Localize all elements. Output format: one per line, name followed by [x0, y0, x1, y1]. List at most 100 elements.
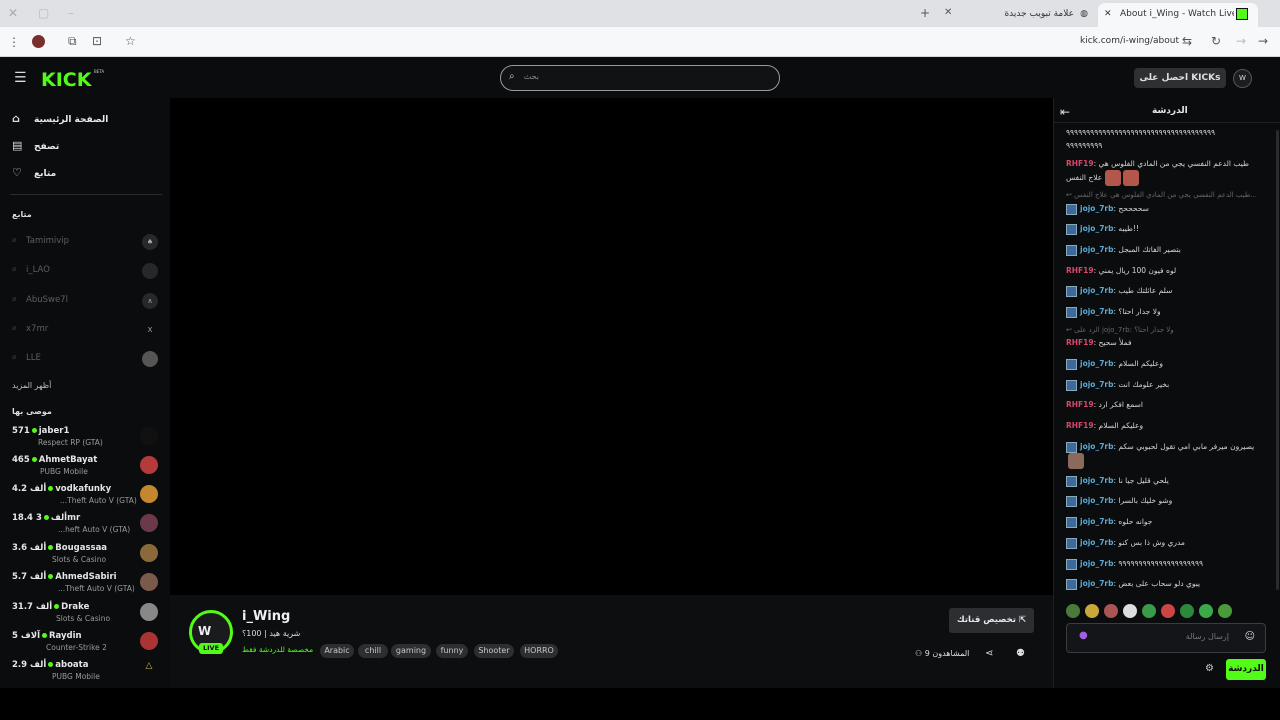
tag[interactable]: chill: [358, 644, 388, 658]
chat-username[interactable]: jojo_7rb: [1080, 496, 1113, 505]
chat-username[interactable]: RHF19: [1066, 159, 1094, 168]
avatar: [140, 427, 158, 445]
profile-avatar[interactable]: [32, 35, 45, 48]
site-settings-icon[interactable]: ⇆: [1182, 34, 1192, 48]
sidebar-item-browse[interactable]: ▤ تصفح: [12, 139, 162, 157]
tag[interactable]: gaming: [391, 644, 431, 658]
bookmark-star-icon[interactable]: ☆: [125, 34, 136, 48]
chat-username[interactable]: jojo_7rb: [1080, 380, 1113, 389]
subscriber-badge-icon: [1066, 379, 1077, 391]
menu-dots-icon[interactable]: ⋮: [8, 35, 20, 49]
following-item[interactable]: ⌀ x7mr X: [12, 321, 160, 339]
microphone-icon[interactable]: ●: [1079, 630, 1088, 641]
chat-mode-label: مخصصة للدردشة فقط: [242, 645, 314, 654]
customize-channel-button[interactable]: تخصيص قناتك ⇱: [949, 608, 1034, 633]
chat-username[interactable]: jojo_7rb: [1080, 245, 1113, 254]
sidebar-item-following[interactable]: ♡ متابع: [12, 166, 162, 184]
emote-quick-bar: [1066, 603, 1266, 619]
avatar: △: [145, 661, 153, 671]
chat-username[interactable]: jojo_7rb: [1080, 224, 1113, 233]
following-item[interactable]: ⌀ Tamimivip ♠: [12, 233, 160, 251]
user-avatar[interactable]: W: [1233, 69, 1252, 88]
emote-icon[interactable]: [1199, 604, 1213, 618]
recommended-item[interactable]: 571 jaber1 Respect RP (GTA): [12, 426, 160, 452]
chat-username[interactable]: jojo_7rb: [1080, 286, 1113, 295]
collapse-chat-icon[interactable]: ⇤: [1060, 105, 1070, 119]
emote-icon[interactable]: [1066, 604, 1080, 618]
chat-username[interactable]: jojo_7rb: [1080, 476, 1113, 485]
chat-message: jojo_7rb: بخير علومك انت: [1066, 378, 1256, 391]
url-text[interactable]: kick.com/i-wing/about: [1080, 36, 1179, 46]
recommended-item[interactable]: 3.6 ألف Bougassaa Slots & Casino: [12, 543, 160, 569]
chat-username[interactable]: jojo_7rb: [1080, 538, 1113, 547]
recommended-item[interactable]: 465 AhmetBayat PUBG Mobile: [12, 455, 160, 481]
emote-icon[interactable]: [1218, 604, 1232, 618]
chat-username[interactable]: jojo_7rb: [1080, 307, 1113, 316]
back-icon[interactable]: →: [1258, 34, 1268, 48]
close-tab-icon[interactable]: ✕: [944, 6, 952, 20]
tag[interactable]: Shooter: [474, 644, 514, 658]
offline-icon: ⌀: [12, 295, 17, 303]
emote-icon[interactable]: [1161, 604, 1175, 618]
chat-settings-gear-icon[interactable]: ⚙: [1205, 663, 1214, 674]
recommended-item[interactable]: 4.2 ألف vodkafunky ...Theft Auto V (GTA): [12, 484, 160, 510]
emote-icon[interactable]: [1180, 604, 1194, 618]
screenshot-icon[interactable]: ⊡: [92, 34, 102, 48]
message-text: بخير علومك انت: [1118, 380, 1170, 389]
avatar: [140, 514, 158, 532]
following-item[interactable]: ⌀ i_LAO: [12, 262, 160, 280]
video-player[interactable]: [170, 98, 1053, 595]
channel-name[interactable]: i_Wing: [242, 609, 290, 624]
reload-icon[interactable]: ↻: [1211, 34, 1221, 48]
tag[interactable]: funny: [436, 644, 468, 658]
chat-message: jojo_7rb: بتصير الفاتك المبجل: [1066, 243, 1256, 256]
recommended-item[interactable]: 18.4 ألف3mr ...heft Auto V (GTA): [12, 513, 160, 539]
search-input[interactable]: بحث ⌕: [500, 65, 780, 91]
chat-message-input[interactable]: إرسال رسالة ☺ ●: [1066, 623, 1266, 653]
follow-user-icon[interactable]: ⚉: [1016, 648, 1025, 659]
chat-username[interactable]: jojo_7rb: [1080, 204, 1113, 213]
tag[interactable]: HORRO: [520, 644, 558, 658]
chat-username[interactable]: RHF19: [1066, 338, 1094, 347]
kick-logo[interactable]: KICK: [41, 69, 91, 91]
chat-username[interactable]: RHF19: [1066, 421, 1094, 430]
new-tab-icon[interactable]: +: [920, 6, 930, 20]
emote-icon[interactable]: [1142, 604, 1156, 618]
message-text: ولا جدار احتا؟: [1118, 307, 1161, 316]
extensions-icon[interactable]: ⧉: [68, 34, 77, 48]
chat-username[interactable]: jojo_7rb: [1080, 579, 1113, 588]
chat-username[interactable]: jojo_7rb: [1080, 442, 1113, 451]
emoji-icon[interactable]: ☺: [1245, 631, 1255, 642]
forward-icon[interactable]: →: [1236, 34, 1246, 48]
minimize-icon[interactable]: –: [68, 6, 74, 20]
recommended-item[interactable]: 2.9 ألف aboata PUBG Mobile △: [12, 660, 160, 686]
following-item[interactable]: ⌀ LLE: [12, 350, 160, 368]
tab-new[interactable]: علامة تبويب جديدة ◍: [990, 4, 1090, 24]
hamburger-menu-icon[interactable]: ☰: [14, 70, 27, 86]
emote-icon[interactable]: [1123, 604, 1137, 618]
recommended-item[interactable]: 31.7 ألف Drake Slots & Casino: [12, 602, 160, 628]
chat-username[interactable]: jojo_7rb: [1080, 359, 1113, 368]
chat-send-button[interactable]: الدردشة: [1226, 659, 1266, 680]
chat-scrollbar[interactable]: [1276, 130, 1279, 590]
emote-icon: [1068, 453, 1084, 469]
chat-message: jojo_7rb: ٩٩٩٩٩٩٩٩٩٩٩٩٩٩٩٩٩٩٩٩٩: [1066, 557, 1256, 570]
sidebar-item-home[interactable]: ⌂ الصفحة الرئيسية: [12, 112, 162, 130]
tab-active[interactable]: ✕ About i_Wing - Watch Live on: [1098, 3, 1258, 27]
chat-username[interactable]: RHF19: [1066, 400, 1094, 409]
chat-username[interactable]: RHF19: [1066, 266, 1094, 275]
chat-username[interactable]: jojo_7rb: [1080, 517, 1113, 526]
chat-username[interactable]: jojo_7rb: [1080, 559, 1113, 568]
following-item[interactable]: ⌀ AbuSwe7l ∧: [12, 292, 160, 310]
get-kicks-button[interactable]: احصل على KICKs: [1134, 68, 1226, 88]
recommended-item[interactable]: 5.7 ألف AhmedSabiri ...Theft Auto V (GTA): [12, 572, 160, 598]
close-tab-icon[interactable]: ✕: [1104, 3, 1112, 25]
share-icon[interactable]: ⋖: [985, 648, 993, 659]
emote-icon[interactable]: [1085, 604, 1099, 618]
tag[interactable]: Arabic: [320, 644, 354, 658]
show-more-link[interactable]: أظهر المزيد: [12, 381, 51, 390]
emote-icon[interactable]: [1104, 604, 1118, 618]
restore-icon[interactable]: ▢: [38, 6, 49, 20]
close-icon[interactable]: ✕: [8, 6, 18, 20]
recommended-item[interactable]: 5 آلاف Raydin Counter-Strike 2: [12, 631, 160, 657]
